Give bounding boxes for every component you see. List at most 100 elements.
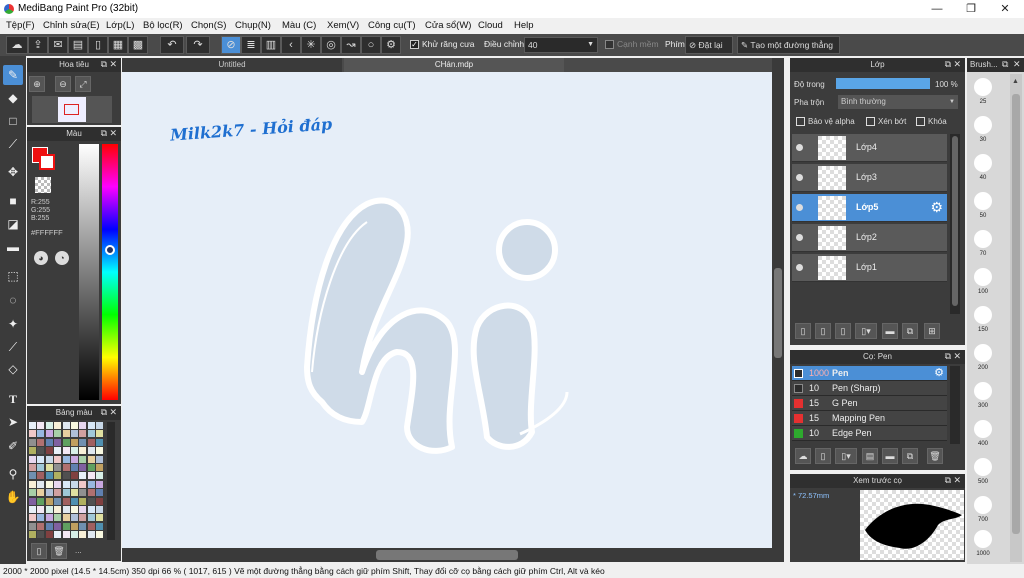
palette-swatch[interactable]: [71, 522, 78, 530]
palette-swatch[interactable]: [79, 430, 87, 438]
palette-swatch[interactable]: [29, 489, 36, 497]
palette-swatch[interactable]: [79, 438, 87, 446]
palette-swatch[interactable]: [96, 489, 104, 497]
palette-swatch[interactable]: [29, 480, 36, 488]
move-tool-icon[interactable]: ✥: [3, 162, 23, 182]
palette-swatch[interactable]: [79, 472, 87, 480]
palette-swatch[interactable]: [29, 455, 36, 463]
palette-swatch[interactable]: [87, 489, 95, 497]
palette-swatch[interactable]: [71, 430, 78, 438]
palette-swatch[interactable]: [29, 472, 36, 480]
palette-swatch[interactable]: [29, 438, 36, 446]
fit-icon[interactable]: ⤢: [75, 76, 91, 92]
lock-checkbox[interactable]: [916, 117, 925, 126]
palette-swatch[interactable]: [96, 497, 104, 505]
menu-select[interactable]: Chọn(S): [191, 20, 226, 31]
dot-tool-icon[interactable]: □: [3, 111, 23, 131]
palette-swatch[interactable]: [37, 447, 45, 455]
palette-swatch[interactable]: [79, 522, 87, 530]
eye-icon[interactable]: [796, 264, 803, 271]
palette-swatch[interactable]: [71, 455, 78, 463]
palette-swatch[interactable]: [71, 531, 78, 539]
palette-swatch[interactable]: [45, 522, 53, 530]
palette-swatch[interactable]: [45, 430, 53, 438]
eye-icon[interactable]: [796, 174, 803, 181]
select-eraser-icon[interactable]: ◇: [3, 359, 23, 379]
palette-swatch[interactable]: [29, 531, 36, 539]
palette-swatch[interactable]: [62, 430, 70, 438]
menu-view[interactable]: Xem(V): [327, 20, 359, 31]
palette-swatch[interactable]: [54, 464, 62, 471]
palette-swatch[interactable]: [96, 506, 104, 513]
bucket-tool-icon[interactable]: ◪: [3, 214, 23, 234]
popout-icon[interactable]: ⧉: [101, 59, 107, 70]
palette-swatch[interactable]: [87, 472, 95, 480]
vanishing-snap-icon[interactable]: ‹: [281, 36, 301, 54]
minimize-button[interactable]: —: [920, 0, 954, 18]
cloud-icon[interactable]: ☁: [6, 36, 28, 54]
popout-icon[interactable]: ⧉: [945, 351, 951, 362]
brush-tool-icon[interactable]: ✎: [3, 65, 23, 85]
transparent-color[interactable]: [35, 177, 51, 193]
layer-row[interactable]: Lớp4: [792, 134, 947, 162]
curve-snap-icon[interactable]: ↝: [341, 36, 361, 54]
brush-item-selected[interactable]: 1000 Pen ⚙: [792, 366, 947, 381]
palette-swatch[interactable]: [71, 447, 78, 455]
brush-size-item[interactable]: 500: [970, 456, 996, 492]
brush-size-item[interactable]: 300: [970, 380, 996, 416]
palette-swatch[interactable]: [96, 531, 104, 539]
vertical-scroll-thumb[interactable]: [774, 268, 782, 358]
palette-swatch[interactable]: [62, 522, 70, 530]
layer-row[interactable]: Lớp1: [792, 254, 947, 282]
palette-more[interactable]: ...: [75, 546, 82, 555]
brush-size-scrollbar[interactable]: ▲: [1010, 74, 1022, 562]
menu-help[interactable]: Help: [514, 20, 534, 31]
palette-swatch[interactable]: [87, 497, 95, 505]
magic-wand-icon[interactable]: ✦: [3, 314, 23, 334]
palette-swatch[interactable]: [79, 480, 87, 488]
menu-tools[interactable]: Công cụ(T): [368, 20, 416, 31]
palette-swatch[interactable]: [45, 464, 53, 471]
palette-swatch[interactable]: [54, 472, 62, 480]
layer-row-selected[interactable]: Lớp5 ⚙: [792, 194, 947, 222]
palette-swatch[interactable]: [54, 430, 62, 438]
fill-rect-tool-icon[interactable]: ■: [3, 191, 23, 211]
palette-swatch[interactable]: [45, 422, 53, 429]
palette-swatch[interactable]: [79, 455, 87, 463]
ellipse-snap-icon[interactable]: ○: [361, 36, 381, 54]
divide-tool-icon[interactable]: ✐: [3, 436, 23, 456]
menu-color[interactable]: Màu (C): [282, 20, 316, 31]
palette-swatch[interactable]: [29, 522, 36, 530]
palette-swatch[interactable]: [96, 522, 104, 530]
palette-swatch[interactable]: [45, 497, 53, 505]
palette-scrollbar[interactable]: [107, 422, 115, 540]
menu-cloud[interactable]: Cloud: [478, 20, 503, 31]
maximize-button[interactable]: ❐: [954, 0, 988, 18]
brush-size-item[interactable]: 150: [970, 304, 996, 340]
palette-swatch[interactable]: [71, 480, 78, 488]
duplicate-layer-icon[interactable]: ⧉: [902, 323, 918, 339]
popout-icon[interactable]: ⧉: [945, 59, 951, 70]
canvas-horizontal-scrollbar[interactable]: [122, 548, 784, 562]
canvas-vertical-scrollbar[interactable]: [772, 58, 784, 548]
popout-icon[interactable]: ⧉: [1002, 59, 1008, 70]
menu-layer[interactable]: Lớp(L): [106, 20, 134, 31]
layer-row[interactable]: Lớp3: [792, 164, 947, 192]
popout-icon[interactable]: ⧉: [101, 128, 107, 139]
menu-filter[interactable]: Bộ lọc(R): [143, 20, 183, 31]
brush-size-item[interactable]: 70: [970, 228, 996, 264]
radial-snap-icon[interactable]: ✳: [301, 36, 321, 54]
palette-swatch[interactable]: [87, 464, 95, 471]
brush-settings-icon[interactable]: ▤: [862, 448, 878, 464]
hue-slider-handle[interactable]: [105, 245, 115, 255]
opacity-slider[interactable]: [836, 78, 930, 89]
brush-size-item[interactable]: 25: [970, 76, 996, 112]
new-halftone-layer-icon[interactable]: ▯: [835, 323, 851, 339]
tab-chan[interactable]: CHán.mdp: [344, 58, 564, 72]
palette-swatch[interactable]: [79, 497, 87, 505]
palette-swatch[interactable]: [29, 422, 36, 429]
palette-swatch[interactable]: [96, 464, 104, 471]
brush-size-scroll-thumb[interactable]: [1012, 94, 1020, 534]
palette-add-icon[interactable]: ◔: [55, 251, 69, 265]
protect-alpha-checkbox[interactable]: [796, 117, 805, 126]
